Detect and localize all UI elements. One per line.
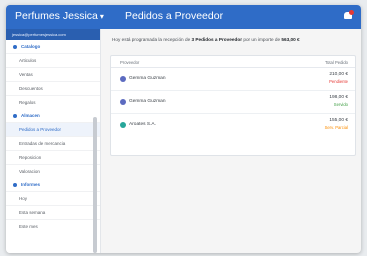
summary-prefix: Hoy está programada la recepción de xyxy=(112,37,191,42)
sidebar-scrollbar[interactable] xyxy=(93,117,97,253)
status-badge: Servido xyxy=(333,102,348,107)
sidebar: jessica@perfumesjessica.com Catalogo Art… xyxy=(6,29,101,253)
provider-name: Gemma Guzman xyxy=(129,76,166,81)
provider-avatar-icon xyxy=(120,99,126,105)
app-window: Perfumes Jessica ▾ Pedidos a Proveedor je… xyxy=(6,5,361,253)
order-amount: 210,00 € xyxy=(329,72,348,77)
table-row[interactable]: Aroates S.A. 155,00 € Serv. Parcial xyxy=(111,114,355,136)
sidebar-item-articulos[interactable]: Articulos xyxy=(6,53,100,67)
notification-dot xyxy=(349,10,354,15)
top-bar: Perfumes Jessica ▾ Pedidos a Proveedor xyxy=(6,5,361,29)
sidebar-section-almacen[interactable]: Almacen xyxy=(6,109,100,122)
status-badge: Pendiente xyxy=(329,79,348,84)
provider-avatar-icon xyxy=(120,122,126,128)
sidebar-section-label: Informes xyxy=(21,182,41,187)
sidebar-section-informes[interactable]: Informes xyxy=(6,178,100,191)
sidebar-item-ventas[interactable]: Ventas xyxy=(6,67,100,81)
sidebar-item-reposicion[interactable]: Reposicion xyxy=(6,150,100,164)
table-row[interactable]: Gemma Guzman 198,00 € Servido xyxy=(111,91,355,114)
provider-name: Gemma Guzman xyxy=(129,99,166,104)
bell-icon[interactable] xyxy=(344,10,354,19)
brand-menu[interactable]: Perfumes Jessica ▾ xyxy=(15,10,104,22)
catalog-icon xyxy=(13,44,17,49)
brand-name: Perfumes Jessica xyxy=(15,10,98,22)
chevron-down-icon: ▾ xyxy=(99,12,104,21)
sidebar-item-pedidos-proveedor[interactable]: Pedidos a Proveedor xyxy=(6,122,100,136)
sidebar-item-valoracion[interactable]: Valoracion xyxy=(6,164,100,178)
summary-total: 563,00 € xyxy=(281,37,300,42)
page-title: Pedidos a Proveedor xyxy=(125,10,224,22)
provider-avatar-icon xyxy=(120,76,126,82)
orders-table: Proveedor Total Pedido Gemma Guzman 210,… xyxy=(110,55,356,156)
reports-icon xyxy=(13,182,17,187)
provider-name: Aroates S.A. xyxy=(129,122,156,127)
sidebar-item-este-mes[interactable]: Este mes xyxy=(6,219,100,233)
summary-middle: por un importe de xyxy=(243,37,281,42)
sidebar-item-entradas[interactable]: Entradas de mercancia xyxy=(6,136,100,150)
sidebar-item-hoy[interactable]: Hoy xyxy=(6,191,100,205)
table-header: Proveedor Total Pedido xyxy=(111,56,355,68)
summary-count: 3 Pedidos a Proveedor xyxy=(191,37,243,42)
main-content: Hoy está programada la recepción de 3 Pe… xyxy=(100,29,361,253)
sidebar-user-email: jessica@perfumesjessica.com xyxy=(6,29,100,40)
column-header-total: Total Pedido xyxy=(324,60,348,65)
order-amount: 198,00 € xyxy=(329,95,348,100)
sidebar-section-label: Almacen xyxy=(21,113,40,118)
sidebar-item-regalos[interactable]: Regalos xyxy=(6,95,100,109)
sidebar-section-label: Catalogo xyxy=(21,44,41,49)
sidebar-item-descuentos[interactable]: Descuentos xyxy=(6,81,100,95)
warehouse-icon xyxy=(13,113,17,118)
sidebar-section-catalogo[interactable]: Catalogo xyxy=(6,40,100,53)
sidebar-item-esta-semana[interactable]: Esta semana xyxy=(6,205,100,219)
table-row[interactable]: Gemma Guzman 210,00 € Pendiente xyxy=(111,68,355,91)
summary-text: Hoy está programada la recepción de 3 Pe… xyxy=(112,37,300,42)
status-badge: Serv. Parcial xyxy=(324,125,348,130)
column-header-provider: Proveedor xyxy=(120,60,140,65)
order-amount: 155,00 € xyxy=(329,118,348,123)
